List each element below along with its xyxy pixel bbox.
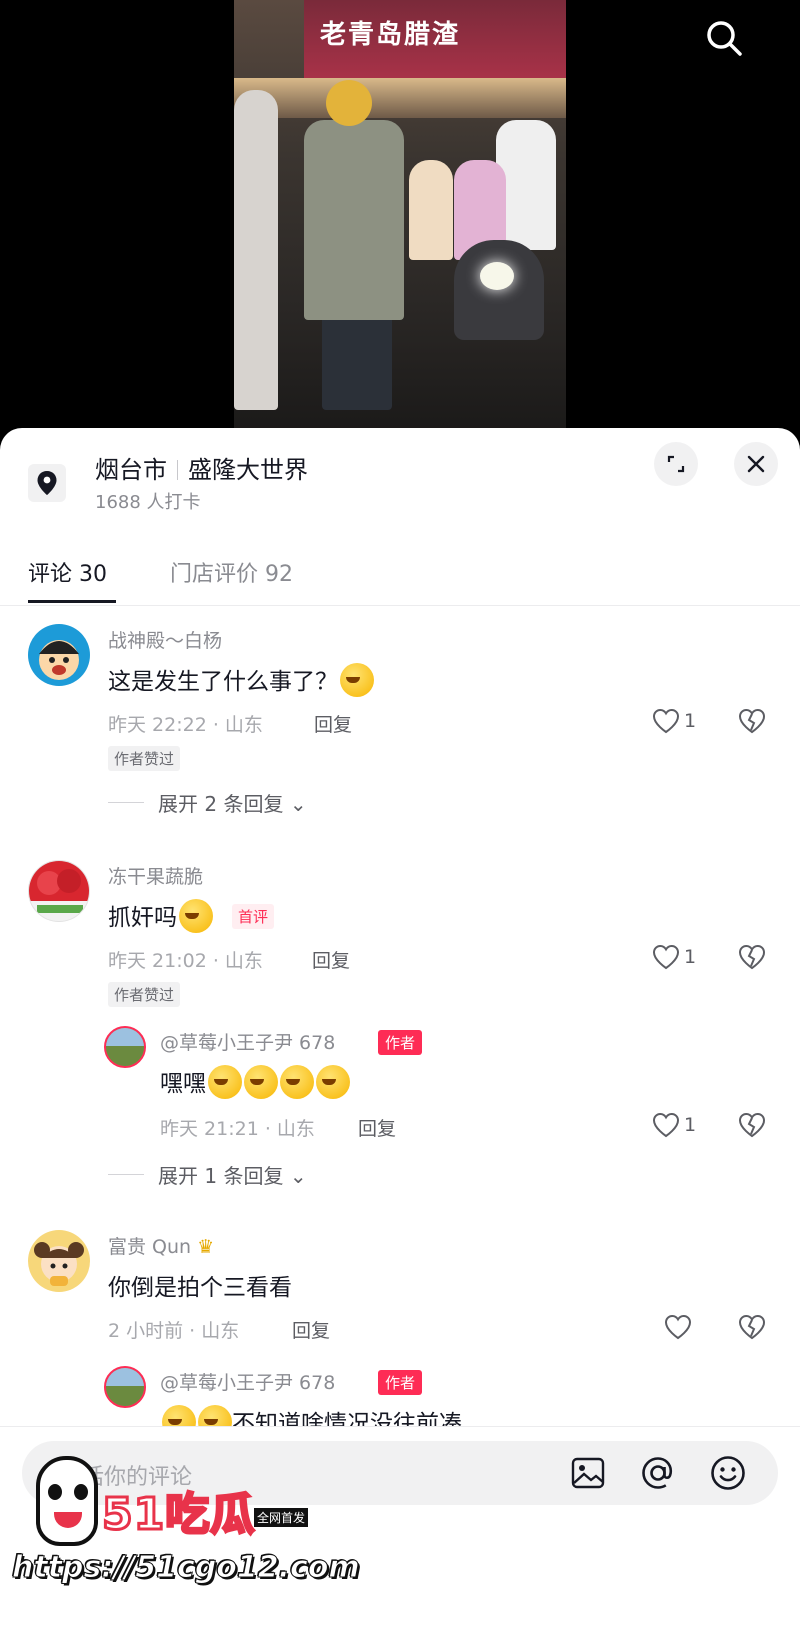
comment-author-label: 富贵 Qun xyxy=(108,1236,192,1258)
crown-icon: ♛ xyxy=(197,1236,215,1258)
store-sign: 老青岛腊渣 xyxy=(320,20,461,50)
checkin-count: 1688 人打卡 xyxy=(95,492,201,513)
location-place: 盛隆大世界 xyxy=(188,456,308,484)
reply-button[interactable]: 回复 xyxy=(358,1114,396,1141)
reply-avatar[interactable] xyxy=(104,1366,146,1408)
search-icon[interactable] xyxy=(702,16,746,60)
expand-replies-button[interactable]: 展开 1 条回复 ⌄ xyxy=(158,1160,307,1189)
video-area[interactable]: 老青岛腊渣 xyxy=(0,0,800,450)
comment-author[interactable]: 战神殿～白杨 xyxy=(108,626,222,653)
comment-meta: 昨天 21:02 · 山东 xyxy=(108,950,263,972)
location-header[interactable]: 烟台市 盛隆大世界 1688 人打卡 xyxy=(0,428,800,538)
avatar[interactable] xyxy=(28,1230,90,1292)
mention-icon[interactable] xyxy=(640,1455,676,1491)
like-count: 1 xyxy=(684,946,697,968)
like-button[interactable]: 1 xyxy=(652,708,696,734)
comment-text: 这是发生了什么事了？ xyxy=(108,662,374,697)
like-button[interactable]: 1 xyxy=(652,944,696,970)
watermark-mascot xyxy=(36,1456,98,1546)
first-comment-tag: 首评 xyxy=(232,904,275,929)
reply-meta: 昨天 21:21 · 山东 xyxy=(160,1118,315,1140)
tab-store-reviews[interactable]: 门店评价 92 xyxy=(170,556,293,588)
crowd-person xyxy=(409,160,453,260)
heart-icon xyxy=(652,1112,680,1138)
author-liked-badge: 作者赞过 xyxy=(108,982,181,1007)
avatar[interactable] xyxy=(28,624,90,686)
comment-text-content: 这是发生了什么事了？ xyxy=(108,669,338,695)
title-divider xyxy=(177,460,178,480)
comment-text-content: 抓奸吗 xyxy=(108,905,177,931)
reply-button[interactable]: 回复 xyxy=(292,1316,330,1343)
grin-emoji-icon xyxy=(208,1065,242,1099)
heart-icon xyxy=(664,1314,692,1340)
location-title[interactable]: 烟台市 盛隆大世界 xyxy=(95,450,308,485)
crowd-person xyxy=(234,90,278,410)
reply-author[interactable]: @草莓小王子尹 678 xyxy=(160,1368,335,1395)
expand-icon xyxy=(667,455,685,473)
reply-text: 嘿嘿 xyxy=(160,1064,350,1099)
like-count: 1 xyxy=(684,710,697,732)
avatar[interactable] xyxy=(28,860,90,922)
scooter xyxy=(454,240,544,340)
like-button[interactable]: 1 xyxy=(652,1112,696,1138)
watermark: 51吃瓜 全网首发 https://51cgo12.com xyxy=(6,1450,360,1620)
reply-button[interactable]: 回复 xyxy=(314,710,352,737)
author-liked-badge: 作者赞过 xyxy=(108,746,181,771)
location-pin-icon xyxy=(28,464,66,502)
store-light xyxy=(234,78,566,118)
comment-meta: 2 小时前 · 山东 xyxy=(108,1320,240,1342)
scooter-light xyxy=(480,262,514,290)
tab-bar: 评论 30 门店评价 92 xyxy=(0,546,800,606)
watermark-tag: 全网首发 xyxy=(254,1508,309,1527)
expand-button[interactable] xyxy=(654,442,698,486)
heart-icon xyxy=(652,708,680,734)
author-tag: 作者 xyxy=(378,1370,423,1395)
broken-heart-icon xyxy=(738,944,766,970)
comment-author[interactable]: 富贵 Qun ♛ xyxy=(108,1232,214,1259)
watermark-logo: 51吃瓜 xyxy=(100,1488,256,1542)
grinning-emoji-icon xyxy=(179,899,213,933)
broken-heart-icon xyxy=(738,708,766,734)
dislike-button[interactable] xyxy=(738,944,766,974)
location-city: 烟台市 xyxy=(95,456,167,484)
broken-heart-icon xyxy=(738,1314,766,1340)
tab-underline xyxy=(28,600,116,603)
expand-divider xyxy=(108,802,144,803)
like-count: 1 xyxy=(684,1114,697,1136)
video-frame[interactable]: 老青岛腊渣 xyxy=(234,0,566,440)
comment-meta: 昨天 22:22 · 山东 xyxy=(108,714,263,736)
watermark-url: https://51cgo12.com xyxy=(12,1550,361,1586)
expand-replies-label: 展开 1 条回复 xyxy=(158,1164,284,1188)
reply-text-content: 嘿嘿 xyxy=(160,1071,206,1097)
comment-text: 抓奸吗 xyxy=(108,898,213,933)
close-icon xyxy=(747,455,765,473)
grin-emoji-icon xyxy=(280,1065,314,1099)
expand-replies-label: 展开 2 条回复 xyxy=(158,792,284,816)
grin-emoji-icon xyxy=(244,1065,278,1099)
comment-author[interactable]: 冻干果蔬脆 xyxy=(108,862,203,889)
close-button[interactable] xyxy=(734,442,778,486)
author-tag: 作者 xyxy=(378,1030,423,1055)
reply-button[interactable]: 回复 xyxy=(312,946,350,973)
dislike-button[interactable] xyxy=(738,708,766,738)
surprised-emoji-icon xyxy=(340,663,374,697)
comment-text: 你倒是拍个三看看 xyxy=(108,1275,292,1301)
emoji-picker-icon[interactable] xyxy=(710,1455,746,1491)
chevron-down-icon: ⌄ xyxy=(289,792,307,816)
reply-avatar[interactable] xyxy=(104,1026,146,1068)
chevron-down-icon: ⌄ xyxy=(289,1164,307,1188)
dislike-button[interactable] xyxy=(738,1314,766,1344)
tab-comments[interactable]: 评论 30 xyxy=(28,556,107,588)
reply-author[interactable]: @草莓小王子尹 678 xyxy=(160,1028,335,1055)
helmet xyxy=(326,80,372,126)
expand-replies-button[interactable]: 展开 2 条回复 ⌄ xyxy=(158,788,307,817)
crowd-person xyxy=(304,120,404,320)
broken-heart-icon xyxy=(738,1112,766,1138)
heart-icon xyxy=(652,944,680,970)
image-icon[interactable] xyxy=(570,1455,606,1491)
dislike-button[interactable] xyxy=(738,1112,766,1142)
like-button[interactable] xyxy=(664,1314,692,1340)
expand-divider xyxy=(108,1174,144,1175)
grin-emoji-icon xyxy=(316,1065,350,1099)
